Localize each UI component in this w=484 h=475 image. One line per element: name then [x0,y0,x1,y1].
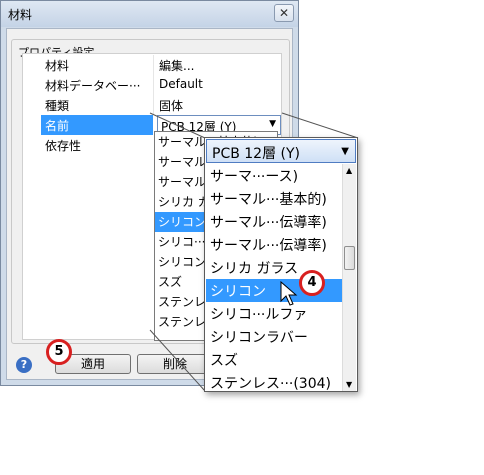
property-key: 種類 [45,99,70,113]
list-item[interactable]: シリコンラバー [206,325,342,348]
column-divider [153,95,154,115]
property-key: 材料データベー··· [45,79,141,93]
property-key: 名前 [45,119,70,133]
property-key: 依存性 [45,139,82,153]
title-bar: 材料 ✕ [1,1,298,27]
help-icon[interactable]: ? [16,357,32,373]
list-item[interactable]: シリコ···ルファ [206,302,342,325]
window-title: 材料 [8,8,33,22]
scroll-up-icon[interactable]: ▲ [346,166,352,175]
close-button[interactable]: ✕ [274,4,294,22]
column-divider [153,75,154,95]
chevron-down-icon[interactable]: ▼ [341,146,349,157]
scroll-thumb[interactable] [344,246,355,270]
list-item[interactable]: サーマル···伝導率) [206,233,342,256]
property-row-type[interactable]: 種類 固体 [23,95,281,115]
property-value-edit[interactable]: 編集... [159,57,279,74]
list-item[interactable]: サーマル···基本的) [206,187,342,210]
zoomed-combobox-value: PCB 12層 (Y) [212,146,301,162]
list-item[interactable]: サーマ···ース) [206,164,342,187]
property-row-material[interactable]: 材料 編集... [23,55,281,75]
list-item[interactable]: スズ [206,348,342,371]
mouse-cursor-icon [280,281,298,306]
column-divider [153,55,154,75]
delete-button[interactable]: 削除 [137,354,213,374]
zoomed-scrollbar[interactable]: ▲ ▼ [342,164,356,391]
callout-step-5: 5 [46,339,72,365]
property-value: Default [159,77,203,91]
list-item[interactable]: サーマル···伝導率) [206,210,342,233]
zoomed-dropdown[interactable]: PCB 12層 (Y) ▼ サーマ···ース) サーマル···基本的) サーマル… [204,137,358,392]
chevron-down-icon[interactable]: ▼ [269,119,276,129]
property-key: 材料 [45,59,70,73]
callout-step-4: 4 [299,270,325,296]
list-item[interactable]: ステンレス···(304) [206,371,342,391]
zoomed-combobox[interactable]: PCB 12層 (Y) ▼ [206,139,356,163]
scroll-down-icon[interactable]: ▼ [346,380,352,389]
property-row-database[interactable]: 材料データベー··· Default [23,75,281,95]
property-value: 固体 [159,99,184,113]
